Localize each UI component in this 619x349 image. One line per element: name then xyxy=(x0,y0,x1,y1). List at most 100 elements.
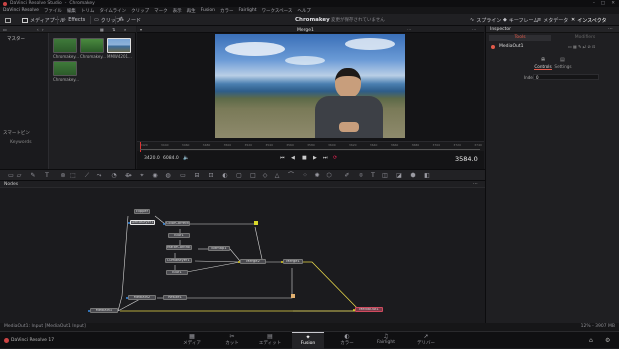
settings-gear-icon[interactable]: ⚙ xyxy=(605,337,610,344)
menu-item[interactable]: タイムライン xyxy=(99,8,126,14)
metadata-button[interactable]: ≡ メタデータ xyxy=(537,16,568,24)
go-to-end-button[interactable]: ⏭ xyxy=(323,155,328,161)
close-button[interactable]: ✕ xyxy=(611,1,615,6)
inspector-more-icon[interactable]: ⋯ xyxy=(608,26,613,32)
input-port[interactable] xyxy=(88,310,90,312)
clip-thumbnail[interactable] xyxy=(80,38,104,53)
node-colorcorrector1[interactable]: ColorCorrector1 xyxy=(165,221,190,226)
menu-item[interactable]: トリム xyxy=(81,8,95,14)
node-merge2[interactable]: Merge2 xyxy=(240,259,266,264)
stop-button[interactable]: ■ xyxy=(302,155,307,161)
node-blur2[interactable]: Blur1 xyxy=(166,270,188,275)
current-time[interactable]: 3584.0 xyxy=(455,155,478,163)
page-fairlight[interactable]: ♫ Fairlight xyxy=(370,332,402,349)
menu-item[interactable]: ヘルプ xyxy=(297,8,311,14)
master-bin[interactable]: マスター xyxy=(7,36,25,42)
text-plus-icon[interactable]: T xyxy=(370,173,376,179)
paint-icon[interactable]: ▱ xyxy=(16,173,22,179)
image-plane-icon[interactable]: ◪ xyxy=(396,173,402,179)
media-pool-button[interactable]: メディアプール xyxy=(22,16,65,24)
menu-item[interactable]: Fusion xyxy=(201,8,215,13)
node-mediain2[interactable]: MediaIn2 xyxy=(128,295,156,300)
light-icon[interactable]: ⬢ xyxy=(410,173,416,179)
clip-thumbnail[interactable] xyxy=(53,38,77,53)
menu-item[interactable]: 再生 xyxy=(187,8,196,14)
keyframes-button[interactable]: ◆ キーフレーム xyxy=(503,16,538,24)
input-port[interactable] xyxy=(126,297,128,299)
start-frame[interactable]: 3420.0 xyxy=(144,156,160,161)
tab-tools[interactable]: Tools xyxy=(489,35,551,41)
page-fusion[interactable]: ✦ Fusion xyxy=(292,332,324,349)
subtab-settings[interactable]: Settings xyxy=(554,64,572,69)
tool-options-icons[interactable]: ▭ ▦ ✎ ⤾ ⊘ ⊡ xyxy=(568,44,595,49)
particles-icon[interactable]: ⁘ xyxy=(302,173,308,179)
mask-icon[interactable]: ⬚ xyxy=(70,173,76,179)
transform-icon[interactable]: ⟴ xyxy=(125,173,132,179)
input-port[interactable] xyxy=(163,223,165,225)
clip-thumbnail[interactable] xyxy=(53,61,77,76)
index-field[interactable]: 0 xyxy=(533,74,599,80)
node-lumakeyer1[interactable]: LumaKeyer1 xyxy=(165,258,192,263)
color-icon[interactable]: ◍ xyxy=(165,173,171,179)
brush-icon[interactable]: ✎ xyxy=(30,173,36,179)
polygon-icon[interactable]: ⟋ xyxy=(84,173,90,179)
input-port[interactable] xyxy=(128,222,130,224)
brightness-icon[interactable]: ◐ xyxy=(222,173,228,179)
tool-active-icon[interactable] xyxy=(491,45,495,49)
menu-item[interactable]: Fairlight xyxy=(239,8,257,13)
node-blur1[interactable]: Blur1 xyxy=(168,233,190,238)
node-clipper[interactable]: clipper xyxy=(134,209,150,214)
page-cut[interactable]: ✂ カット xyxy=(216,332,248,349)
node-merge1[interactable]: Merge1 xyxy=(283,259,303,264)
tab-modifiers[interactable]: Modifiers xyxy=(554,35,616,41)
search-icon[interactable]: ⌕ xyxy=(124,27,126,32)
merge-icon[interactable]: ⌖ xyxy=(139,173,145,179)
ellipse-mask-icon[interactable]: ◇ xyxy=(262,173,268,179)
matte-icon[interactable]: ◉ xyxy=(152,173,158,179)
background-icon[interactable]: ▭ xyxy=(8,173,14,179)
menu-item[interactable]: クリップ xyxy=(131,8,149,14)
layout-toggle-button[interactable] xyxy=(5,16,11,24)
node-mattecontrol1[interactable]: MatteControl1 xyxy=(166,245,192,250)
settings-icon[interactable]: ▤ xyxy=(560,57,565,63)
merge3d-icon[interactable]: ⌾ xyxy=(358,173,364,179)
renderer-icon[interactable]: ◧ xyxy=(424,173,430,179)
node-resize1[interactable]: Resize1 xyxy=(163,295,187,300)
color-corrector-icon[interactable]: ◔ xyxy=(111,173,117,179)
video-frame[interactable] xyxy=(215,34,405,138)
back-icon[interactable]: ‹ xyxy=(37,27,39,32)
input-port[interactable] xyxy=(281,261,283,263)
loop-icon[interactable]: ⟳ xyxy=(333,155,337,161)
clip-thumbnail[interactable] xyxy=(107,38,131,53)
page-media[interactable]: ▦ メディア xyxy=(176,332,208,349)
playhead[interactable] xyxy=(140,142,141,152)
input-port[interactable] xyxy=(238,261,240,263)
loader-icon[interactable]: ▭ xyxy=(180,173,186,179)
list-view-icon[interactable]: ▭ xyxy=(3,27,7,32)
forward-icon[interactable]: › xyxy=(42,27,44,32)
effects-button[interactable]: ✧ Effects xyxy=(62,16,85,24)
node-editor[interactable]: Nodes ⋯ clipper DeltaKeyer1 ColorCorrect… xyxy=(0,181,485,323)
zoom-dropdown[interactable]: ▾ xyxy=(140,27,142,32)
node-mediain1[interactable]: MediaIn1 xyxy=(90,308,118,313)
thumbnail-view-icon[interactable]: ▦ xyxy=(100,27,104,32)
controls-icon[interactable]: ✇ xyxy=(541,57,545,63)
go-to-start-button[interactable]: ⏮ xyxy=(280,155,285,161)
node-deltakeyer1[interactable]: DeltaKeyer1 xyxy=(130,220,155,225)
text-icon[interactable]: T xyxy=(44,173,50,179)
rectangle-mask-icon[interactable]: ▢ xyxy=(236,173,242,179)
smart-bin-keywords[interactable]: Keywords xyxy=(10,140,32,145)
nodes-button[interactable]: ⁂ ノード xyxy=(119,16,141,24)
inspector-button[interactable]: ✕ インスペクタ xyxy=(571,16,607,24)
page-edit[interactable]: ▤ エディット xyxy=(254,332,286,349)
timeline-ruler[interactable]: 3420 3440 3460 3480 3500 3520 3540 3560 3580 3600… xyxy=(137,141,484,152)
page-color[interactable]: ◐ カラー xyxy=(331,332,363,349)
minimize-button[interactable]: – xyxy=(593,1,595,6)
viewer-more-icon[interactable]: ⋯ xyxy=(472,27,476,32)
menu-item[interactable]: マーク xyxy=(154,8,168,14)
end-frame[interactable]: 6084.0 xyxy=(163,156,179,161)
rect-mask-icon[interactable]: □ xyxy=(250,173,256,179)
page-deliver[interactable]: ➚ デリバー xyxy=(410,332,442,349)
emitter-icon[interactable]: ✺ xyxy=(314,173,320,179)
input-port[interactable] xyxy=(353,309,355,311)
